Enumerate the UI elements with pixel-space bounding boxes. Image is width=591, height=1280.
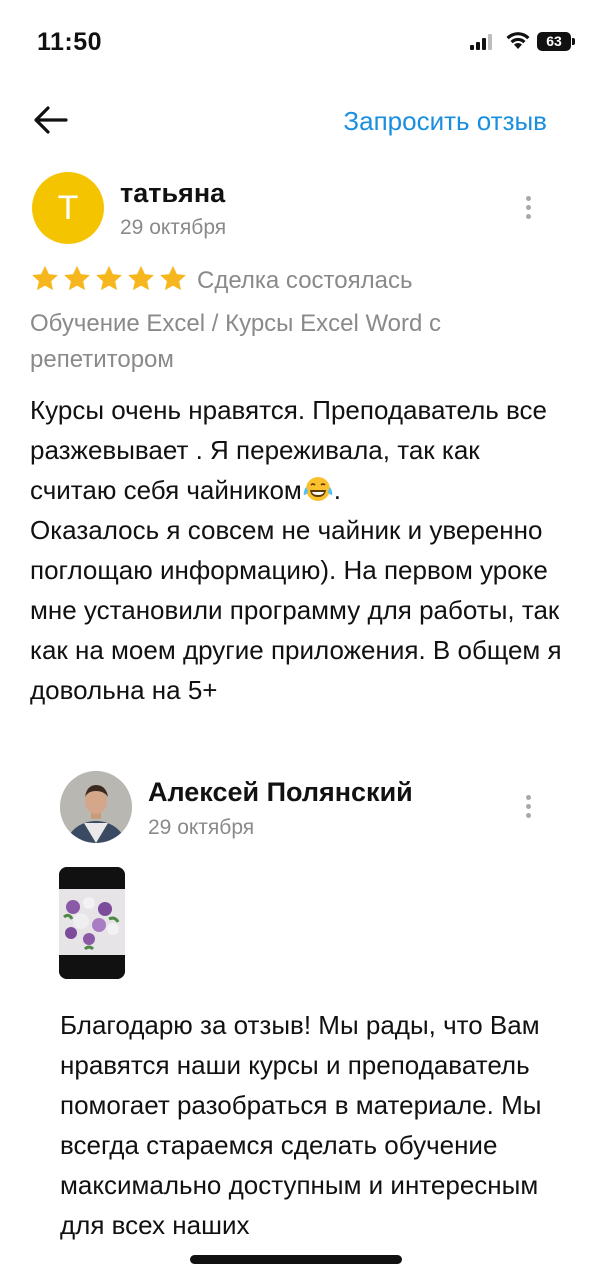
review-date: 29 октября [120,216,227,239]
person-photo-icon [60,771,132,843]
wifi-icon [506,32,530,49]
status-bar: 11:50 63 [0,0,591,90]
review-text-part-1: Курсы очень нравятся. Преподаватель все … [30,395,555,505]
rating-stars [30,264,188,294]
cellular-signal-icon [470,34,492,50]
course-title: Обучение Excel / Курсы Excel Word с репе… [30,310,442,373]
flower-bouquet-icon [59,867,125,979]
reply-attached-photo[interactable] [59,867,125,979]
face-with-tears-of-joy-icon [303,477,333,501]
reply-date: 29 октября [148,816,255,839]
reply-more-options-icon[interactable] [522,795,534,825]
star-icon [32,265,58,291]
home-indicator[interactable] [190,1255,402,1264]
deal-status: Сделка состоялась [197,267,413,294]
review-text-part-2: . Оказалось я совсем не чайник и уверенн… [30,475,562,705]
battery-icon: 63 [537,32,575,51]
reviewer-avatar: Т [32,172,104,244]
reply-author-avatar [60,771,132,843]
back-arrow-icon[interactable] [30,100,70,140]
reviewer-name: татьяна [120,178,226,208]
review-text: Курсы очень нравятся. Преподаватель все … [30,390,570,710]
star-icon [160,265,186,291]
reply-text: Благодарю за отзыв! Мы рады, что Вам нра… [60,1010,549,1240]
request-review-button[interactable]: Запросить отзыв [343,106,547,137]
star-icon [96,265,122,291]
star-icon [128,265,154,291]
reply-author-name: Алексей Полянский [148,777,413,807]
review-more-options-icon[interactable] [522,196,534,226]
status-time: 11:50 [37,28,103,56]
star-icon [64,265,90,291]
